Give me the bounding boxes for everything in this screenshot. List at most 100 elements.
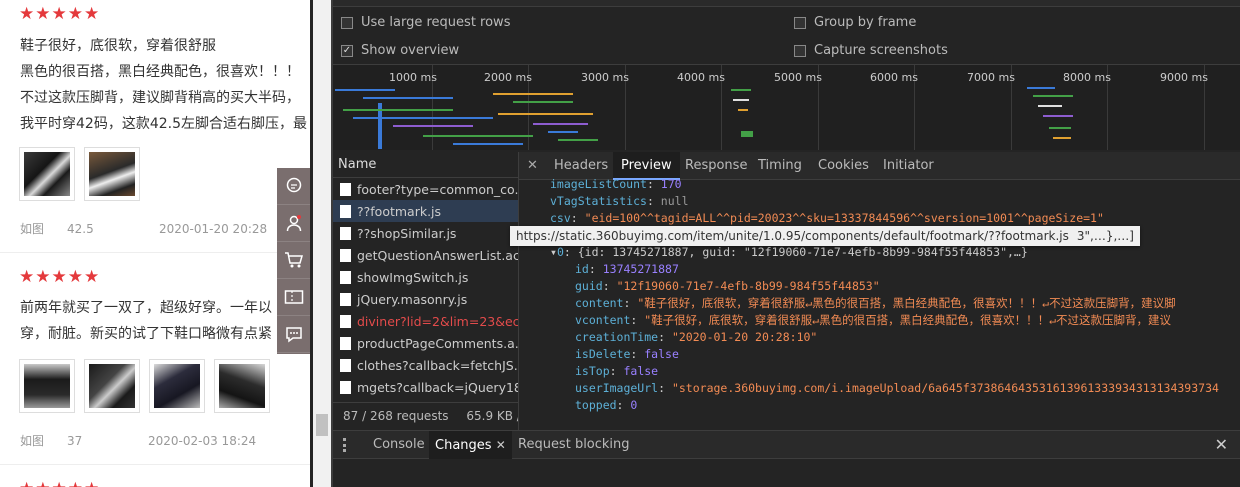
review-photo-thumbnail[interactable] bbox=[214, 359, 270, 413]
timeline-tick: 6000 ms bbox=[870, 71, 918, 84]
tab-console[interactable]: Console bbox=[367, 431, 431, 459]
request-row[interactable]: footer?type=common_co... bbox=[333, 178, 519, 200]
checkbox[interactable] bbox=[341, 16, 353, 29]
review-text-line: 穿，耐脏。新买的试了下鞋口略微有点紧 bbox=[20, 326, 272, 342]
show-overview-option[interactable]: ✓ Show overview bbox=[341, 43, 459, 58]
devtools-network-panel: Use large request rows ✓ Show overview G… bbox=[333, 0, 1240, 487]
review-photo-thumbnail[interactable] bbox=[19, 359, 75, 413]
checkbox-checked[interactable]: ✓ bbox=[341, 44, 353, 57]
json-value: "eid=100^^tagid=ALL^^pid=20023^^sku=1333… bbox=[584, 211, 1104, 225]
json-value: 170 bbox=[660, 177, 682, 191]
name-column-header[interactable]: Name bbox=[333, 152, 518, 178]
request-name: productPageComments.a... bbox=[357, 335, 519, 351]
timeline-bar bbox=[423, 135, 533, 137]
option-label: Group by frame bbox=[814, 15, 917, 30]
review-spec-label: 如图 bbox=[20, 222, 45, 236]
request-row[interactable]: diviner?lid=2&lim=23&ec... bbox=[333, 310, 518, 332]
file-icon bbox=[340, 182, 351, 196]
timeline-bar bbox=[453, 143, 523, 145]
tab-initiator[interactable]: Initiator bbox=[875, 152, 942, 180]
json-value: 0 bbox=[630, 398, 638, 412]
request-row[interactable]: jQuery.masonry.js bbox=[333, 288, 518, 310]
request-row[interactable]: showImgSwitch.js bbox=[333, 266, 518, 288]
star-icon: ★ bbox=[84, 481, 99, 487]
timeline-bar bbox=[738, 109, 748, 111]
file-icon bbox=[340, 314, 351, 328]
file-icon bbox=[340, 292, 351, 306]
request-row[interactable]: ??shopSimilar.js bbox=[333, 222, 518, 244]
request-name: clothes?callback=fetchJS... bbox=[357, 357, 519, 373]
checkbox[interactable] bbox=[794, 16, 806, 29]
timeline-tick: 4000 ms bbox=[677, 71, 725, 84]
devtools-drawer: Console Changes ✕ Request blocking ✕ bbox=[333, 430, 1240, 487]
tab-response[interactable]: Response bbox=[677, 152, 755, 180]
request-name: footer?type=common_co... bbox=[357, 181, 519, 197]
request-name: ??shopSimilar.js bbox=[357, 225, 457, 241]
request-name: jQuery.masonry.js bbox=[357, 291, 468, 307]
timeline-bar bbox=[1038, 105, 1062, 107]
tab-cookies[interactable]: Cookies bbox=[810, 152, 877, 180]
tooltip-url: https://static.360buyimg.com/item/unite/… bbox=[516, 229, 1069, 243]
tab-timing[interactable]: Timing bbox=[750, 152, 810, 180]
url-tooltip: https://static.360buyimg.com/item/unite/… bbox=[510, 226, 1140, 246]
filter-bar bbox=[333, 0, 1240, 7]
request-row-selected[interactable]: ??footmark.js bbox=[333, 200, 518, 222]
timeline-bar bbox=[343, 109, 453, 111]
star-icon: ★ bbox=[19, 481, 34, 487]
json-line[interactable]: ▾0: {id: 13745271887, guid: "12f19060-71… bbox=[550, 244, 1028, 260]
timeline-bar bbox=[513, 101, 573, 103]
timeline-tick: 1000 ms bbox=[389, 71, 437, 84]
json-value: "12f19060-71e7-4efb-8b99-984f55f44853" bbox=[616, 279, 880, 293]
star-icon: ★ bbox=[67, 4, 83, 24]
network-overview-timeline[interactable]: 1000 ms 2000 ms 3000 ms 4000 ms 5000 ms … bbox=[333, 64, 1240, 150]
request-name: ??footmark.js bbox=[357, 203, 442, 219]
timeline-bar bbox=[741, 131, 753, 137]
request-name: getQuestionAnswerList.ac... bbox=[357, 247, 519, 263]
group-by-frame-option[interactable]: Group by frame bbox=[794, 15, 916, 30]
request-row[interactable]: getQuestionAnswerList.ac... bbox=[333, 244, 519, 266]
json-value: "鞋子很好，底很软，穿着很舒服↵黑色的很百搭，黑白经典配色，很喜欢！！！↵不过这… bbox=[644, 313, 1172, 327]
review-spec-label: 如图 bbox=[20, 434, 45, 448]
request-row[interactable]: clothes?callback=fetchJS... bbox=[333, 354, 519, 376]
tab-label: Changes bbox=[435, 438, 492, 453]
close-icon[interactable]: ✕ bbox=[496, 438, 506, 452]
tab-request-blocking[interactable]: Request blocking bbox=[512, 431, 636, 459]
timeline-bar bbox=[733, 99, 749, 101]
star-rating: ★★★★★ bbox=[19, 4, 100, 24]
review-photo-thumbnail[interactable] bbox=[84, 359, 140, 413]
star-icon: ★ bbox=[84, 4, 100, 24]
review-photo-thumbnail[interactable] bbox=[19, 147, 75, 201]
page-scrollbar-thumb[interactable] bbox=[316, 414, 328, 436]
option-label: Use large request rows bbox=[361, 15, 511, 30]
timeline-bar bbox=[393, 125, 473, 127]
capture-screenshots-option[interactable]: Capture screenshots bbox=[794, 43, 948, 58]
star-icon: ★ bbox=[51, 267, 67, 287]
close-icon[interactable]: ✕ bbox=[527, 152, 538, 180]
timeline-bar bbox=[493, 93, 573, 95]
tab-changes[interactable]: Changes ✕ bbox=[429, 431, 512, 459]
request-row[interactable]: productPageComments.a... bbox=[333, 332, 519, 354]
preview-pane: ✕ Headers Preview Response Timing Cookie… bbox=[519, 152, 1240, 430]
transfer-size: 65.9 KB / bbox=[466, 409, 519, 423]
timeline-tick: 2000 ms bbox=[484, 71, 532, 84]
review-text-line: 鞋子很好，底很软，穿着很舒服 bbox=[20, 38, 216, 54]
review-photo-thumbnail[interactable] bbox=[84, 147, 140, 201]
review-text-line: 前两年就买了一双了，超级好穿。一年以 bbox=[20, 300, 272, 316]
large-rows-option[interactable]: Use large request rows bbox=[341, 15, 510, 30]
json-line: content: "鞋子很好，底很软，穿着很舒服↵黑色的很百搭，黑白经典配色，很… bbox=[575, 296, 1176, 310]
shopping-cart-icon[interactable] bbox=[277, 242, 310, 279]
checkbox[interactable] bbox=[794, 44, 806, 57]
request-row[interactable]: mgets?callback=jQuery18... bbox=[333, 376, 518, 398]
json-line: isTop: false bbox=[575, 364, 659, 378]
coupon-icon[interactable] bbox=[277, 279, 310, 316]
review-item: ★ ★ ★ ★ ★ 前两年就买了一双了，超级好穿。一年以 穿，耐脏。新买的试了下鞋口略微… bbox=[0, 253, 310, 487]
timeline-bar bbox=[1049, 127, 1071, 129]
user-icon[interactable] bbox=[277, 205, 310, 242]
more-menu-icon[interactable] bbox=[343, 438, 346, 452]
star-icon: ★ bbox=[19, 267, 35, 287]
chat-bubble-icon[interactable] bbox=[277, 168, 310, 205]
close-drawer-icon[interactable]: ✕ bbox=[1215, 431, 1228, 459]
message-icon[interactable] bbox=[277, 316, 310, 353]
review-photo-thumbnail[interactable] bbox=[149, 359, 205, 413]
request-name: showImgSwitch.js bbox=[357, 269, 469, 285]
